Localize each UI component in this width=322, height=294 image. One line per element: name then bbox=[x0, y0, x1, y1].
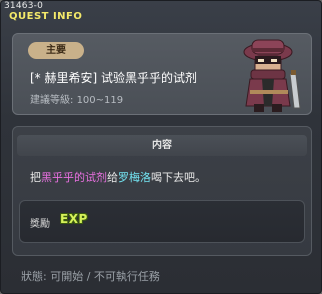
quest-summary-panel: 主要 [* 赫里希安] 试验黑乎乎的试剂 建議等級: 100~119 bbox=[12, 33, 312, 115]
quest-id: 31463-0 bbox=[4, 1, 44, 11]
quest-category-tag: 主要 bbox=[28, 42, 84, 59]
level-range: 100~119 bbox=[76, 95, 124, 106]
quest-info-window: 31463-0 QUEST INFO 主要 [* 赫里希安] 试验黑乎乎的试剂 … bbox=[0, 0, 322, 294]
npc-portrait-icon bbox=[238, 34, 302, 114]
window-title: QUEST INFO bbox=[9, 11, 83, 22]
quest-status: 狀態: 可開始 / 不可執行任務 bbox=[21, 270, 160, 283]
desc-npc: 罗梅洛 bbox=[118, 171, 151, 184]
desc-prefix: 把 bbox=[30, 171, 41, 184]
desc-suffix: 喝下去吧。 bbox=[151, 171, 206, 184]
reward-box: 獎勵 EXP bbox=[19, 200, 305, 243]
quest-description: 把黑乎乎的试剂给罗梅洛喝下去吧。 bbox=[30, 169, 206, 185]
recommended-level: 建議等級: 100~119 bbox=[30, 91, 123, 106]
content-header: 内容 bbox=[17, 135, 307, 156]
exp-icon: EXP bbox=[60, 212, 88, 226]
quest-content-panel: 内容 把黑乎乎的试剂给罗梅洛喝下去吧。 獎勵 EXP bbox=[12, 126, 312, 256]
level-label: 建議等級: bbox=[30, 95, 74, 106]
desc-middle: 给 bbox=[107, 171, 118, 184]
reward-label: 獎勵 bbox=[30, 219, 50, 230]
quest-name: [* 赫里希安] 试验黑乎乎的试剂 bbox=[30, 71, 197, 85]
desc-item: 黑乎乎的试剂 bbox=[41, 171, 107, 184]
